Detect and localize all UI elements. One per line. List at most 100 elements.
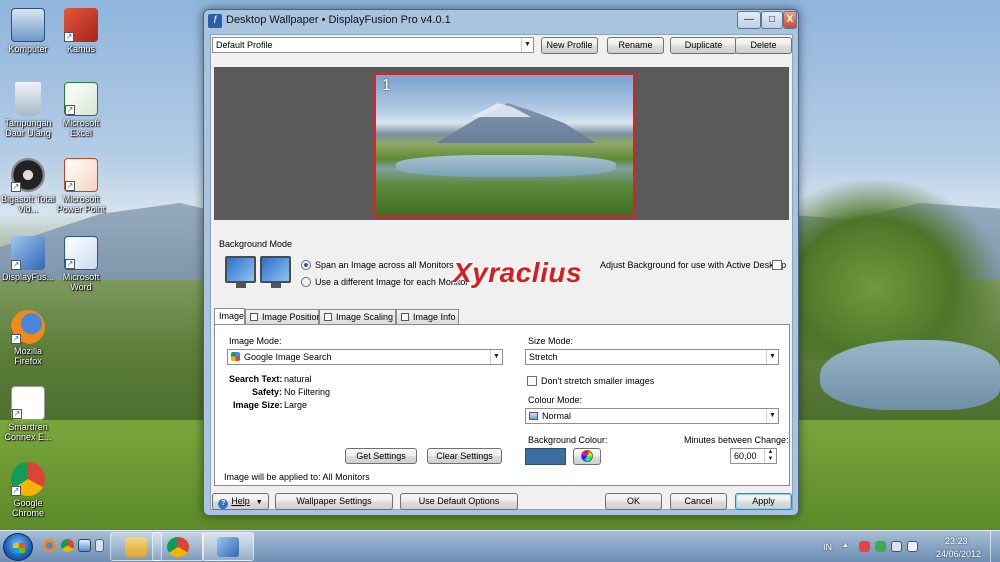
window-titlebar[interactable]: f Desktop Wallpaper • DisplayFusion Pro … [204, 10, 798, 32]
ok-button[interactable]: OK [605, 493, 662, 510]
desktop-icon-komputer[interactable]: Komputer [0, 8, 56, 54]
displayfusion-icon [217, 537, 239, 557]
image-tab-panel: Image Mode: Google Image Search ▼ Search… [214, 324, 790, 486]
desktop-icon-chrome[interactable]: ↗ Google Chrome [0, 462, 56, 518]
desktop-icon-label: Microsoft Power Point [56, 194, 106, 214]
show-desktop-button[interactable] [990, 531, 1000, 562]
applied-to-label: Image will be applied to: All Monitors [224, 472, 370, 482]
colour-wheel-icon [581, 450, 593, 462]
clear-settings-button[interactable]: Clear Settings [427, 448, 502, 464]
image-size-label: Image Size: [233, 400, 283, 410]
tab-label: Image Info [413, 312, 456, 322]
desktop-icon-displayfusion[interactable]: ↗ DisplayFus... [0, 236, 56, 282]
desktop-icon-recycle-bin[interactable]: Tampungan Daur Ulang [0, 82, 56, 138]
word-icon: ↗ [64, 236, 98, 270]
firefox-icon[interactable] [43, 539, 56, 552]
desktop-icon-smartfren[interactable]: ↗ Smartfren Connex E... [0, 386, 56, 442]
tab-label: Image Position [262, 312, 322, 322]
desktop-icon-label: Microsoft Word [62, 272, 100, 292]
tray-app-icon[interactable] [859, 541, 870, 552]
folder-icon [125, 537, 147, 557]
window-client-area: Default Profile ▼ New Profile Rename Dup… [210, 34, 793, 510]
active-desktop-label: Adjust Background for use with Active De… [600, 260, 787, 270]
colour-mode-label: Colour Mode: [528, 395, 583, 405]
desktop-icon-label: Bigasoft Total Vid... [1, 194, 55, 214]
image-mode-select[interactable]: Google Image Search ▼ [227, 349, 503, 365]
image-mode-value: Google Image Search [244, 352, 332, 362]
windows-flag-icon [13, 543, 25, 553]
colour-picker-button[interactable] [573, 448, 601, 465]
minutes-between-change-label: Minutes between Change: [684, 435, 789, 445]
background-mode-label: Background Mode [219, 239, 293, 249]
tab-image-scaling[interactable]: Image Scaling [319, 309, 396, 324]
profile-select-value: Default Profile [216, 40, 273, 50]
tab-image-position[interactable]: Image Position [245, 309, 322, 324]
book-icon: ↗ [64, 8, 98, 42]
tray-expand-icon[interactable]: ▲ [842, 542, 849, 549]
size-mode-select[interactable]: Stretch ▼ [525, 349, 779, 365]
tab-checkbox[interactable] [324, 313, 332, 321]
language-indicator[interactable]: IN [823, 542, 832, 552]
new-profile-button[interactable]: New Profile [541, 37, 598, 54]
monitor-preview-area: 1 [214, 67, 789, 220]
search-text-label: Search Text: [229, 374, 283, 384]
size-mode-label: Size Mode: [528, 336, 574, 346]
start-button[interactable] [3, 533, 33, 561]
tab-image[interactable]: Image [214, 308, 245, 325]
safety-label: Safety: [252, 387, 283, 397]
desktop-icon-word[interactable]: ↗ Microsoft Word [53, 236, 109, 292]
delete-profile-button[interactable]: Delete [735, 37, 792, 54]
duplicate-profile-button[interactable]: Duplicate [670, 37, 737, 54]
volume-icon[interactable] [907, 541, 918, 552]
tray-app-icon[interactable] [875, 541, 886, 552]
taskbar: IN ▲ 23:23 24/06/2012 [0, 530, 1000, 562]
stepper-arrows-icon[interactable]: ▲ ▼ [764, 449, 776, 463]
network-icon[interactable] [891, 541, 902, 552]
get-settings-button[interactable]: Get Settings [345, 448, 417, 464]
tab-checkbox[interactable] [250, 313, 258, 321]
help-icon: ? [218, 499, 229, 509]
desktop-icon-firefox[interactable]: ↗ Mozilla Firefox [0, 310, 56, 366]
rename-profile-button[interactable]: Rename [607, 37, 664, 54]
search-text-value: natural [284, 374, 312, 384]
profile-select[interactable]: Default Profile ▼ [212, 37, 534, 53]
taskbar-chrome[interactable] [152, 532, 204, 561]
use-default-options-button[interactable]: Use Default Options [400, 493, 518, 510]
google-icon [231, 352, 240, 361]
maximize-button[interactable]: □ [761, 11, 783, 29]
tab-image-info[interactable]: Image Info [396, 309, 459, 324]
desktop-icon-excel[interactable]: ↗ Microsoft Excel [53, 82, 109, 138]
monitor-1-preview[interactable]: 1 [374, 73, 635, 218]
wallpaper-settings-button[interactable]: Wallpaper Settings [275, 493, 393, 510]
minimize-button[interactable]: — [737, 11, 761, 29]
active-desktop-checkbox[interactable] [772, 260, 782, 270]
computer-icon [11, 8, 45, 42]
desktop-icon-powerpoint[interactable]: ↗ Microsoft Power Point [53, 158, 109, 214]
minutes-stepper[interactable]: 60,00 ▲ ▼ [730, 448, 777, 464]
desktop-icon-bigasoft[interactable]: ↗ Bigasoft Total Vid... [0, 158, 56, 214]
close-button[interactable]: X [783, 11, 797, 29]
chevron-down-icon: ▼ [766, 350, 778, 364]
help-button[interactable]: ? Help ▼ [212, 493, 269, 510]
different-image-radio[interactable] [301, 277, 311, 287]
safety-value: No Filtering [284, 387, 331, 397]
colour-mode-icon [529, 412, 538, 420]
monitor-number: 1 [382, 77, 391, 94]
watermark-text: Xyraclius [453, 257, 583, 288]
colour-mode-select[interactable]: Normal ▼ [525, 408, 779, 424]
chrome-icon[interactable] [61, 539, 74, 552]
desktop-icon-kamus[interactable]: ↗ Kamus [53, 8, 109, 54]
clock-time[interactable]: 23:23 [945, 536, 968, 546]
cancel-button[interactable]: Cancel [670, 493, 727, 510]
taskbar-displayfusion[interactable] [202, 532, 254, 561]
displayfusion-icon: ↗ [11, 236, 45, 270]
tab-checkbox[interactable] [401, 313, 409, 321]
dont-stretch-checkbox[interactable] [527, 376, 537, 386]
span-image-radio[interactable] [301, 260, 311, 270]
recycle-bin-icon [15, 82, 41, 116]
quick-launch-icon[interactable] [95, 539, 104, 552]
apply-button[interactable]: Apply [735, 493, 792, 510]
show-desktop-icon[interactable] [78, 539, 91, 552]
preview-lake [396, 155, 616, 177]
clock-date[interactable]: 24/06/2012 [936, 549, 981, 559]
